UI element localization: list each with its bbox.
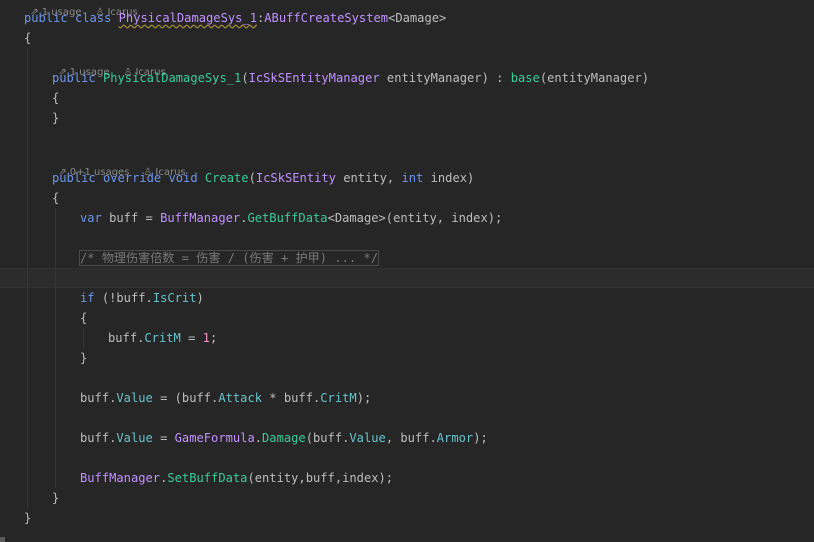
code-line-3[interactable]: public PhysicalDamageSys_1(IcSkSEntityMa… <box>52 68 649 88</box>
code-line-6[interactable]: public override void Create(IcSkSEntity … <box>52 168 474 188</box>
indent-guide <box>55 208 56 488</box>
code-line-7[interactable]: { <box>52 188 59 208</box>
code-line-10[interactable]: if (!buff.IsCrit) <box>80 288 204 308</box>
window-corner <box>0 537 5 542</box>
code-line-18[interactable]: } <box>24 508 31 528</box>
code-line-4[interactable]: { <box>52 88 59 108</box>
current-line-highlight <box>0 268 814 288</box>
code-line-14[interactable]: buff.Value = (buff.Attack * buff.CritM); <box>80 388 371 408</box>
code-line-12[interactable]: buff.CritM = 1; <box>108 328 217 348</box>
code-line-16[interactable]: BuffManager.SetBuffData(entity,buff,inde… <box>80 468 393 488</box>
code-line-13[interactable]: } <box>80 348 87 368</box>
code-line-11[interactable]: { <box>80 308 87 328</box>
indent-guide <box>83 328 84 348</box>
codelens-constructor[interactable]: ⇗ 1 usage ♙ Icarus <box>52 52 165 78</box>
code-line-15[interactable]: buff.Value = GameFormula.Damage(buff.Val… <box>80 428 488 448</box>
code-line-17[interactable]: } <box>52 488 59 508</box>
code-line-1[interactable]: public class PhysicalDamageSys_1:ABuffCr… <box>24 8 446 28</box>
code-line-5[interactable]: } <box>52 108 59 128</box>
code-line-9-folded-comment[interactable]: /* 物理伤害倍数 = 伤害 / (伤害 + 护甲) ... */ <box>78 248 380 268</box>
codelens-class[interactable]: ⇗ 1 usage ♙ Icarus <box>24 0 137 18</box>
code-line-2[interactable]: { <box>24 28 31 48</box>
code-line-8[interactable]: var buff = BuffManager.GetBuffData<Damag… <box>80 208 502 228</box>
folded-comment-block[interactable]: /* 物理伤害倍数 = 伤害 / (伤害 + 护甲) ... */ <box>78 250 380 266</box>
codelens-create[interactable]: ⇗ 0+1 usages ♙ Icarus <box>52 152 185 178</box>
indent-guide <box>27 48 28 508</box>
